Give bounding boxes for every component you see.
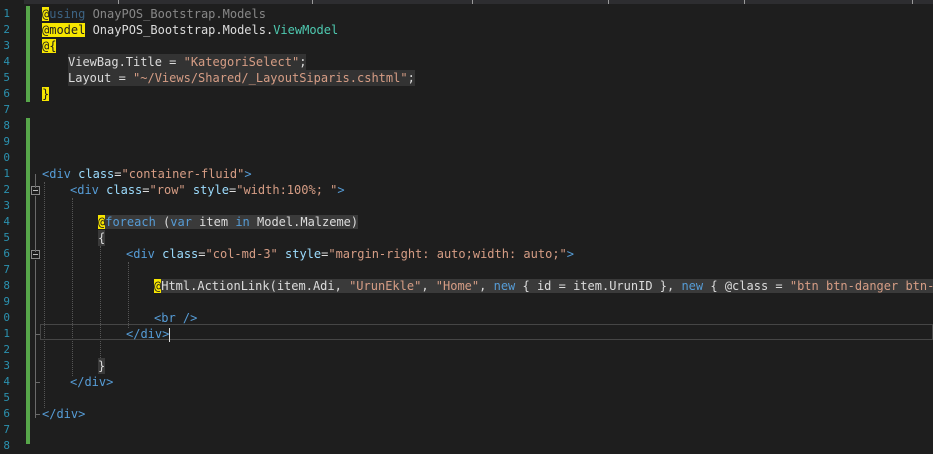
line-number: 5 xyxy=(3,391,10,404)
code-line: </div> xyxy=(70,375,114,389)
line-number: 3 xyxy=(3,39,10,52)
text-caret xyxy=(169,327,171,342)
line-number: 5 xyxy=(3,71,10,84)
line-number: 8 xyxy=(3,279,10,292)
code-line: @using OnayPOS_Bootstrap.Models xyxy=(42,7,266,21)
code-line: { xyxy=(98,230,106,246)
fold-guide xyxy=(35,174,36,188)
fold-guide xyxy=(35,260,36,418)
code-line: <br /> xyxy=(154,311,198,325)
line-number: 7 xyxy=(3,263,10,276)
line-number: 1 xyxy=(3,327,10,340)
line-number: 6 xyxy=(3,87,10,100)
code-line: @Html.ActionLink(item.Adi, "UrunEkle", "… xyxy=(154,278,933,294)
change-indicator-bar xyxy=(26,6,30,102)
line-number-gutter: 1 2 3 4 5 6 7 8 9 0 1 2 3 4 5 6 7 8 9 0 … xyxy=(0,0,24,452)
line-number: 9 xyxy=(3,135,10,148)
code-line: </div> xyxy=(42,407,86,421)
line-number: 7 xyxy=(3,103,10,116)
code-line: Layout = "~/Views/Shared/_LayoutSiparis.… xyxy=(68,70,415,86)
line-number: 3 xyxy=(3,199,10,212)
code-line: @foreach (var item in Model.Malzeme) xyxy=(98,215,359,229)
code-line: @model OnayPOS_Bootstrap.Models.ViewMode… xyxy=(42,23,339,37)
line-number: 8 xyxy=(3,119,10,132)
line-number: 8 xyxy=(3,439,10,452)
code-line: @{ xyxy=(42,39,57,53)
line-number: 5 xyxy=(3,231,10,244)
line-number: 4 xyxy=(3,375,10,388)
line-number: 6 xyxy=(3,247,10,260)
line-number: 2 xyxy=(3,23,10,36)
line-number: 1 xyxy=(3,7,10,20)
code-line: ViewBag.Title = "KategoriSelect"; xyxy=(68,54,307,70)
code-line: } xyxy=(98,358,106,374)
line-number: 3 xyxy=(3,359,10,372)
line-number: 7 xyxy=(3,423,10,436)
code-line: } xyxy=(42,87,50,101)
line-number: 9 xyxy=(3,295,10,308)
code-line: </div> xyxy=(126,327,171,342)
code-line: <div class="container-fluid"> xyxy=(42,167,252,181)
line-number: 4 xyxy=(3,215,10,228)
line-number: 0 xyxy=(3,311,10,324)
change-indicator-bar xyxy=(26,118,30,444)
fold-guide xyxy=(35,196,36,252)
code-line: <div class="row" style="width:100%; "> xyxy=(70,183,345,197)
line-number: 1 xyxy=(3,167,10,180)
code-editor[interactable]: @using OnayPOS_Bootstrap.Models @model O… xyxy=(40,0,933,446)
line-number: 6 xyxy=(3,407,10,420)
line-number: 2 xyxy=(3,183,10,196)
code-line: <div class="col-md-3" style="margin-righ… xyxy=(126,247,575,261)
line-number: 4 xyxy=(3,55,10,68)
line-number: 0 xyxy=(3,151,10,164)
line-number: 2 xyxy=(3,343,10,356)
